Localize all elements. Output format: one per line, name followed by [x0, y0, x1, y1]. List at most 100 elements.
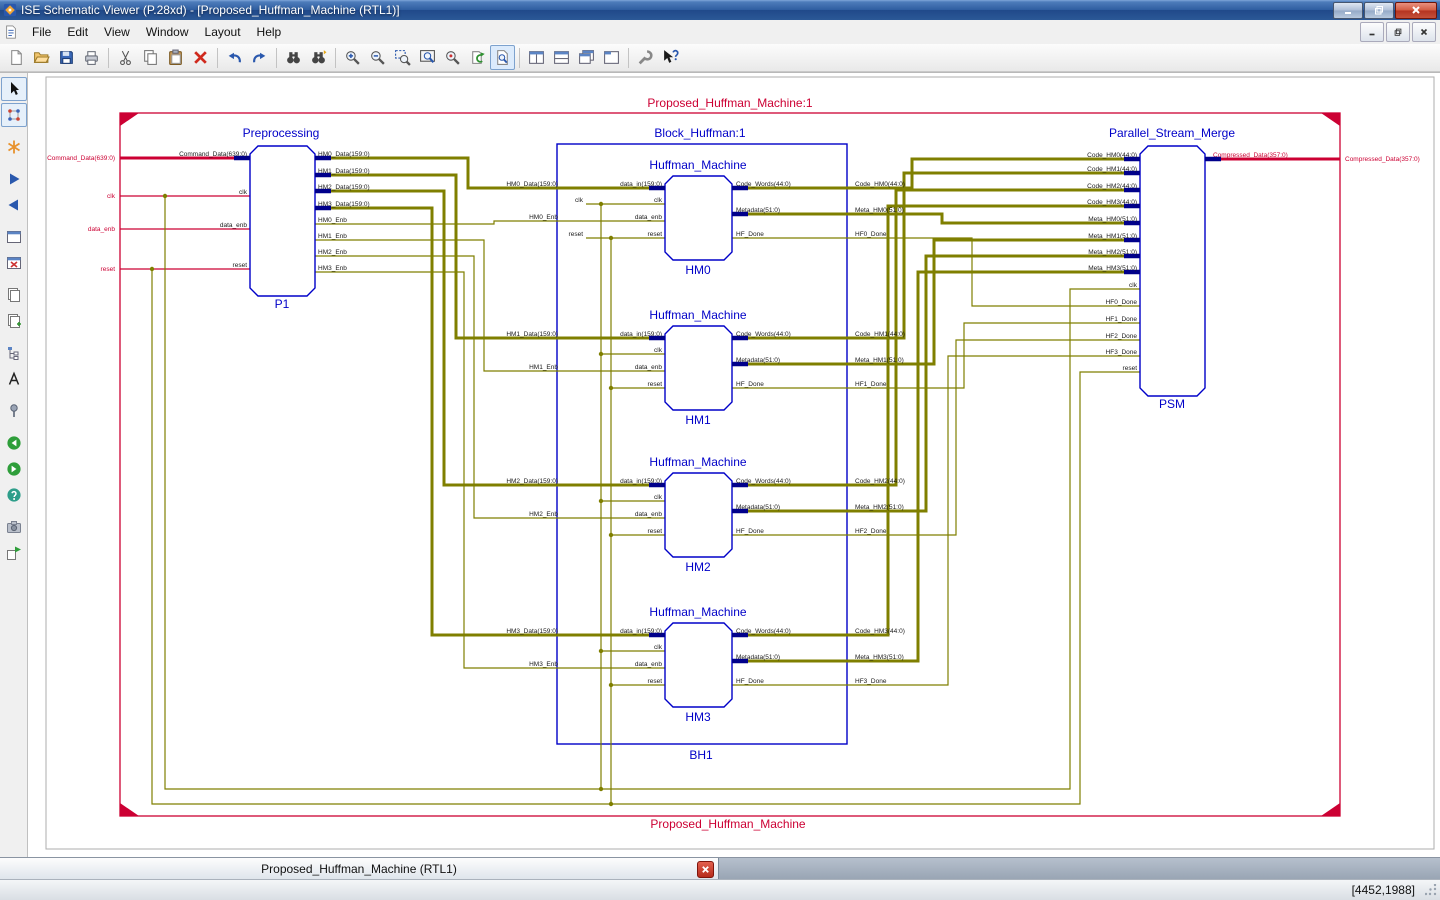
cascade-windows-button[interactable]: [574, 45, 599, 70]
zoom-out-button[interactable]: [365, 45, 390, 70]
new-window-button[interactable]: [1, 225, 27, 249]
pin-label: HM2_Data(159:0): [318, 184, 370, 191]
hm-block[interactable]: [664, 175, 733, 261]
preprocessing-ref: P1: [275, 297, 290, 311]
open-button[interactable]: [29, 45, 54, 70]
redo-button[interactable]: [247, 45, 272, 70]
main-toolbar: [0, 44, 1440, 72]
tab-group-button[interactable]: [599, 45, 624, 70]
tile-vertical-button[interactable]: [549, 45, 574, 70]
wire-reset-trunk[interactable]: [151, 269, 1140, 805]
sheet-copy-button[interactable]: [1, 309, 27, 333]
text-label-button[interactable]: [1, 367, 27, 391]
export-button[interactable]: [1, 541, 27, 565]
port-reset[interactable]: reset: [101, 266, 116, 273]
copy-button[interactable]: [138, 45, 163, 70]
tab-proposed-huffman-machine[interactable]: Proposed_Huffman_Machine (RTL1): [0, 858, 719, 879]
net-label: Code_HM1(44:0): [855, 331, 905, 338]
hierarchy-button[interactable]: [1, 341, 27, 365]
menu-layout[interactable]: Layout: [197, 22, 249, 42]
port-clk[interactable]: clk: [107, 193, 116, 200]
wire-hf2-done[interactable]: [732, 339, 1140, 536]
hm-block[interactable]: [664, 622, 733, 708]
resize-grip[interactable]: [1425, 883, 1438, 897]
wire-hm0-enb[interactable]: [315, 220, 665, 225]
port-command-data[interactable]: Command_Data(639:0): [47, 155, 115, 162]
close-window-button[interactable]: [1, 251, 27, 275]
wire-meta-hm0[interactable]: [732, 212, 1140, 225]
find-next-button[interactable]: [306, 45, 331, 70]
tab-close-button[interactable]: [697, 861, 714, 878]
net-select-button[interactable]: [0, 103, 27, 127]
find-button[interactable]: [281, 45, 306, 70]
tile-horizontal-button[interactable]: [524, 45, 549, 70]
hm-ref: HM2: [685, 560, 711, 574]
zoom-in-button[interactable]: [340, 45, 365, 70]
window-close-button[interactable]: [1395, 1, 1437, 19]
net-label: HM3_Enb: [529, 661, 558, 668]
pin-label: clk: [1129, 282, 1138, 289]
pin-label: data_in(159:0): [620, 628, 662, 635]
new-window-icon: [6, 231, 21, 243]
mdi-close-button[interactable]: [1412, 22, 1436, 42]
wire-hm3-enb[interactable]: [315, 271, 665, 669]
psm-block[interactable]: [1139, 145, 1206, 397]
wire-meta-hm1[interactable]: [732, 238, 1140, 366]
menu-view[interactable]: View: [96, 22, 138, 42]
delete-icon: [194, 51, 207, 64]
port-data-enb[interactable]: data_enb: [88, 226, 115, 233]
whats-this-help-button[interactable]: [658, 45, 683, 70]
menu-file[interactable]: File: [24, 22, 59, 42]
schematic-canvas[interactable]: Proposed_Huffman_Machine:1 Proposed_Huff…: [28, 73, 1440, 857]
wire-reset-rail[interactable]: [586, 237, 665, 804]
select-pointer-button[interactable]: [0, 77, 27, 101]
sheets-button[interactable]: [1, 283, 27, 307]
sheet-corner-marker: [120, 113, 139, 126]
window-restore-button[interactable]: [1364, 1, 1394, 19]
hm-block[interactable]: [664, 325, 733, 411]
mdi-minimize-button[interactable]: [1360, 22, 1384, 42]
junction-dot: [598, 498, 604, 504]
print-button[interactable]: [79, 45, 104, 70]
preprocessing-block[interactable]: [249, 145, 316, 297]
sheet-corner-marker: [1321, 113, 1340, 126]
menu-window[interactable]: Window: [138, 22, 197, 42]
delete-button[interactable]: [188, 45, 213, 70]
viewer-mode-button[interactable]: [490, 45, 515, 70]
previous-view-button[interactable]: [1, 193, 27, 217]
undo-button[interactable]: [222, 45, 247, 70]
pin-button[interactable]: [1, 399, 27, 423]
run-button[interactable]: [1, 167, 27, 191]
tile-vertical-icon: [554, 51, 569, 64]
new-file-button[interactable]: [4, 45, 29, 70]
side-toolbar: [0, 73, 28, 857]
junction-dot: [598, 201, 604, 207]
settings-wrench-button[interactable]: [633, 45, 658, 70]
port-compressed-data[interactable]: Compressed_Data(357:0): [1345, 156, 1420, 163]
nav-help-button[interactable]: [1, 483, 27, 507]
module-top-label: Proposed_Huffman_Machine:1: [647, 96, 813, 110]
window-titlebar[interactable]: ISE Schematic Viewer (P.28xd) - [Propose…: [0, 0, 1440, 20]
zoom-selection-button[interactable]: [440, 45, 465, 70]
wire-meta-hm3[interactable]: [732, 270, 1140, 663]
menu-edit[interactable]: Edit: [59, 22, 96, 42]
mdi-document-icon[interactable]: [4, 25, 18, 39]
hm-block[interactable]: [664, 472, 733, 558]
refresh-view-button[interactable]: [465, 45, 490, 70]
menu-help[interactable]: Help: [249, 22, 290, 42]
save-button[interactable]: [54, 45, 79, 70]
window-minimize-button[interactable]: [1333, 1, 1363, 19]
highlight-button[interactable]: [1, 135, 27, 159]
mdi-restore-button[interactable]: [1386, 22, 1410, 42]
snapshot-button[interactable]: [1, 515, 27, 539]
pin-label: Code_Words(44:0): [736, 478, 791, 485]
wire-meta-hm2[interactable]: [732, 254, 1140, 513]
cut-button[interactable]: [113, 45, 138, 70]
nav-back-button[interactable]: [1, 431, 27, 455]
paste-button[interactable]: [163, 45, 188, 70]
wire-hm1-enb[interactable]: [315, 239, 665, 372]
zoom-area-button[interactable]: [390, 45, 415, 70]
zoom-fit-button[interactable]: [415, 45, 440, 70]
wire-code-hm3[interactable]: [732, 204, 1140, 637]
nav-forward-button[interactable]: [1, 457, 27, 481]
